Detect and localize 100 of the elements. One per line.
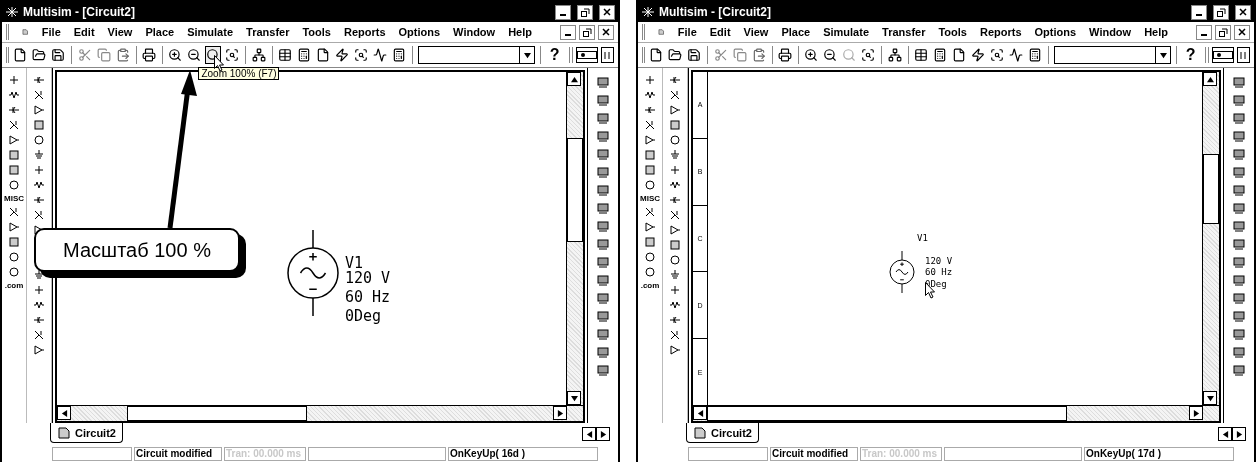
- component-symbol-icon[interactable]: [669, 314, 681, 326]
- scroll-up-button[interactable]: [1203, 72, 1217, 86]
- scroll-right-button[interactable]: [1189, 406, 1203, 420]
- scroll-right-button[interactable]: [553, 406, 567, 420]
- component-symbol-icon[interactable]: [8, 251, 20, 263]
- help-button[interactable]: ?: [545, 46, 564, 64]
- component-symbol-icon[interactable]: [8, 74, 20, 86]
- menu-item[interactable]: Tools: [938, 26, 967, 38]
- close-button[interactable]: [598, 24, 614, 40]
- restore-button[interactable]: [577, 4, 593, 20]
- instrument-icon[interactable]: [597, 112, 609, 124]
- instrument-icon[interactable]: [597, 292, 609, 304]
- instrument-icon[interactable]: [597, 148, 609, 160]
- menu-item[interactable]: Place: [145, 26, 175, 38]
- scroll-left-button[interactable]: [57, 406, 71, 420]
- minimize-button[interactable]: [555, 4, 571, 20]
- instrument-icon[interactable]: [597, 274, 609, 286]
- component-symbol-icon[interactable]: [669, 179, 681, 191]
- instrument-icon[interactable]: [1233, 202, 1245, 214]
- vertical-scrollbar[interactable]: [1202, 72, 1219, 405]
- vertical-scrollbar[interactable]: [566, 72, 583, 405]
- scroll-thumb[interactable]: [1203, 154, 1219, 224]
- component-symbol-icon[interactable]: [8, 221, 20, 233]
- component-symbol-icon[interactable]: [8, 119, 20, 131]
- menu-item[interactable]: View: [107, 26, 133, 38]
- hierarchy-button[interactable]: [250, 46, 267, 64]
- scroll-down-button[interactable]: [1203, 391, 1217, 405]
- menu-item[interactable]: Options: [1034, 26, 1077, 38]
- instrument-icon[interactable]: [1233, 346, 1245, 358]
- pause-button[interactable]: [1236, 47, 1250, 63]
- component-symbol-icon[interactable]: [644, 164, 656, 176]
- component-symbol-icon[interactable]: [8, 104, 20, 116]
- zoom-in-button[interactable]: [803, 46, 820, 64]
- instrument-icon[interactable]: [1233, 94, 1245, 106]
- horizontal-scrollbar[interactable]: [693, 405, 1219, 421]
- scroll-up-button[interactable]: [567, 72, 581, 86]
- print-button[interactable]: [141, 46, 158, 64]
- circuit-tab[interactable]: Circuit2: [50, 423, 123, 443]
- menu-item[interactable]: Simulate: [823, 26, 870, 38]
- menu-item[interactable]: Help: [1144, 26, 1168, 38]
- scroll-thumb[interactable]: [567, 138, 583, 242]
- component-symbol-icon[interactable]: [33, 314, 45, 326]
- component-symbol-icon[interactable]: [669, 209, 681, 221]
- component-symbol-icon[interactable]: [33, 344, 45, 356]
- menu-item[interactable]: Transfer: [882, 26, 926, 38]
- scroll-thumb[interactable]: [127, 406, 307, 421]
- menu-item[interactable]: Help: [508, 26, 532, 38]
- component-symbol-icon[interactable]: [669, 299, 681, 311]
- component-symbol-icon[interactable]: [8, 206, 20, 218]
- zoom-in-button[interactable]: [167, 46, 184, 64]
- instrument-icon[interactable]: [597, 166, 609, 178]
- close-button[interactable]: [599, 4, 615, 20]
- instrument-icon[interactable]: [1233, 130, 1245, 142]
- minimize-button[interactable]: [1196, 24, 1212, 40]
- instrument-icon[interactable]: [1233, 274, 1245, 286]
- component-symbol-icon[interactable]: [644, 89, 656, 101]
- component-symbol-icon[interactable]: [8, 179, 20, 191]
- instrument-icon[interactable]: [1233, 256, 1245, 268]
- instrument-icon[interactable]: [1233, 76, 1245, 88]
- component-symbol-icon[interactable]: [8, 89, 20, 101]
- copy-button[interactable]: [95, 46, 112, 64]
- component-symbol-icon[interactable]: [669, 194, 681, 206]
- component-symbol-icon[interactable]: [33, 299, 45, 311]
- instrument-icon[interactable]: [1233, 148, 1245, 160]
- menu-item[interactable]: Edit: [73, 26, 95, 38]
- instrument-icon[interactable]: [1233, 328, 1245, 340]
- component-symbol-icon[interactable]: [644, 206, 656, 218]
- help-button[interactable]: ?: [1181, 46, 1200, 64]
- print-button[interactable]: [777, 46, 794, 64]
- component-symbol-icon[interactable]: [669, 74, 681, 86]
- instrument-icon[interactable]: [597, 94, 609, 106]
- instrument-icon[interactable]: [597, 364, 609, 376]
- scroll-left-button[interactable]: [693, 406, 707, 420]
- component-symbol-icon[interactable]: [669, 239, 681, 251]
- menu-item[interactable]: File: [677, 26, 697, 38]
- component-symbol-icon[interactable]: [644, 266, 656, 278]
- component-combo-box[interactable]: [1053, 46, 1172, 64]
- instrument-icon[interactable]: [1233, 166, 1245, 178]
- component-combo-box[interactable]: [417, 46, 536, 64]
- component-symbol-icon[interactable]: [644, 221, 656, 233]
- instrument-icon[interactable]: [597, 220, 609, 232]
- menu-item[interactable]: Edit: [709, 26, 731, 38]
- component-symbol-icon[interactable]: [33, 104, 45, 116]
- component-symbol-icon[interactable]: [644, 74, 656, 86]
- hierarchy-button[interactable]: [886, 46, 903, 64]
- save-button[interactable]: [686, 46, 703, 64]
- component-symbol-icon[interactable]: [33, 89, 45, 101]
- instrument-icon[interactable]: [1233, 112, 1245, 124]
- instrument-icon[interactable]: [1233, 184, 1245, 196]
- table-button[interactable]: [913, 46, 930, 64]
- component-symbol-icon[interactable]: [669, 89, 681, 101]
- zoom-out-button[interactable]: [186, 46, 203, 64]
- waveform-button[interactable]: [1008, 46, 1025, 64]
- horizontal-scrollbar[interactable]: [57, 405, 583, 421]
- component-symbol-icon[interactable]: [33, 284, 45, 296]
- component-symbol-icon[interactable]: [669, 224, 681, 236]
- menu-item[interactable]: Window: [453, 26, 496, 38]
- menu-item[interactable]: Simulate: [187, 26, 234, 38]
- component-symbol-icon[interactable]: [33, 134, 45, 146]
- zoom-fit-button[interactable]: [860, 46, 877, 64]
